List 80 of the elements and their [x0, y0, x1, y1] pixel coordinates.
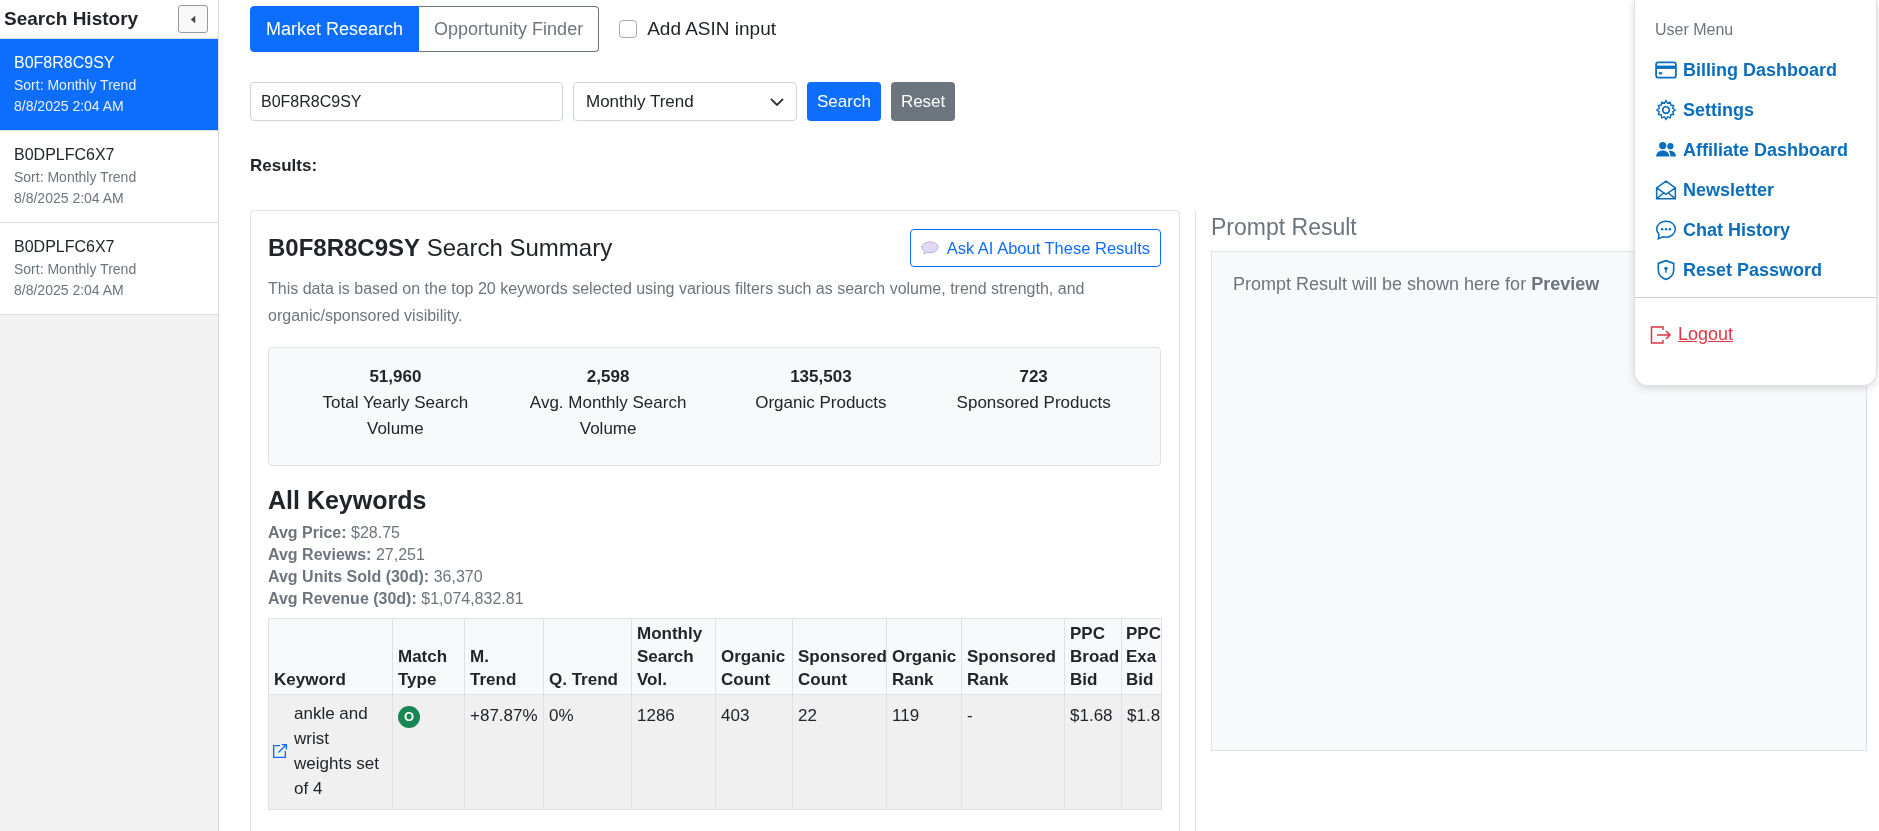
prompt-result-title: Prompt Result [1211, 213, 1357, 241]
stat-value: 135,503 [790, 366, 852, 388]
checkbox[interactable] [619, 20, 638, 38]
date-text: 8/8/2025 2:04 AM [14, 281, 125, 300]
column-header: Sponsored Rank [961, 618, 1065, 695]
sidebar-title: Search History [4, 8, 139, 30]
table-cell: +87.87% [470, 706, 538, 725]
history-item[interactable]: B0DPLFC6X7 Sort: Monthly Trend 8/8/2025 2:04 AM [0, 223, 218, 315]
column-header: Sponsored Count [792, 618, 887, 695]
keywords-heading: All Keywords [268, 485, 428, 516]
asin-input-field[interactable]: B0F8R8C9SY [250, 82, 563, 121]
asin-text: B0DPLFC6X7 [14, 237, 116, 257]
table-cell: $1.8 [1127, 706, 1161, 725]
column-header: PPC Exa Bid [1121, 618, 1162, 695]
table-cell: $1.68 [1070, 706, 1113, 725]
column-header: PPC Broad Bid [1064, 618, 1122, 695]
column-header: Q. Trend [543, 618, 632, 695]
summary-title: B0F8R8C9SY Search Summary [268, 234, 613, 262]
ask-ai-button[interactable]: Ask AI About These Results [909, 229, 1161, 267]
summary-description: This data is based on the top 20 keywords selected using various filters such as search volume, trend strength, and organic/sponsored visibility. [268, 279, 1086, 326]
average-stat: Avg Reviews: 27,251 [268, 545, 426, 565]
date-text: 8/8/2025 2:04 AM [14, 189, 125, 208]
stat-value: 2,598 [586, 366, 630, 388]
asin-text: B0DPLFC6X7 [14, 145, 116, 165]
table-cell: - [967, 706, 973, 725]
stat-label: Sponsored Products [956, 392, 1111, 414]
table-cell: 403 [721, 706, 750, 725]
logout-icon [1650, 324, 1672, 345]
stat-value: 723 [1019, 366, 1048, 388]
results-label: Results: [250, 156, 319, 177]
sort-text: Sort: Monthly Trend [14, 260, 138, 279]
external-link-icon [271, 742, 288, 760]
table-cell: 0% [549, 706, 574, 725]
reset-button[interactable]: Reset [890, 82, 956, 121]
menu-item[interactable]: Reset Password [1635, 250, 1823, 290]
sort-text: Sort: Monthly Trend [14, 168, 138, 187]
menu-item[interactable]: Settings [1635, 90, 1754, 130]
settings-icon [1655, 99, 1677, 121]
menu-item[interactable]: Chat History [1635, 210, 1790, 250]
chat-icon [1655, 219, 1677, 241]
table-cell: 119 [892, 706, 920, 725]
history-item[interactable]: B0DPLFC6X7 Sort: Monthly Trend 8/8/2025 2:04 AM [0, 131, 218, 223]
column-header: Match Type [392, 618, 465, 695]
prompt-result-text: Prompt Result will be shown here for Preview [1233, 274, 1600, 295]
card-icon [1655, 59, 1677, 81]
caret-left-icon [190, 14, 196, 24]
menu-item[interactable]: Billing Dashboard [1635, 50, 1837, 90]
stat-value: 51,960 [369, 366, 422, 388]
average-stat: Avg Revenue (30d): $1,074,832.81 [268, 589, 525, 609]
mode-tab[interactable]: Opportunity Finder [419, 6, 600, 52]
average-stat: Avg Units Sold (30d): 36,370 [268, 567, 484, 587]
table-cell: 1286 [637, 706, 675, 725]
column-header: Monthly Search Vol. [631, 618, 716, 695]
mode-tab[interactable]: Market Research [250, 6, 420, 52]
asin-text: B0F8R8C9SY [14, 53, 116, 73]
checkbox-label: Add ASIN input [647, 18, 776, 40]
date-text: 8/8/2025 2:04 AM [14, 97, 125, 116]
envelope-icon [1655, 179, 1677, 201]
sort-text: Sort: Monthly Trend [14, 76, 138, 95]
shield-icon [1655, 259, 1677, 281]
column-header: Keyword [268, 618, 393, 695]
stat-label: Avg. Monthly Search Volume [528, 392, 688, 440]
logout-link[interactable]: Logout [1678, 324, 1734, 345]
sort-dropdown[interactable]: Monthly Trend [573, 82, 797, 121]
column-header: Organic Rank [886, 618, 962, 695]
speech-bubble-icon [920, 241, 939, 255]
collapse-button[interactable] [178, 5, 208, 33]
menu-item[interactable]: Affiliate Dashboard [1635, 130, 1849, 170]
history-item[interactable]: B0F8R8C9SY Sort: Monthly Trend 8/8/2025 2:04 AM [0, 39, 218, 131]
column-header: Organic Count [715, 618, 793, 695]
menu-title: User Menu [1655, 20, 1735, 40]
stat-label: Organic Products [755, 392, 887, 414]
stat-label: Total Yearly Search Volume [321, 392, 470, 440]
menu-item[interactable]: Newsletter [1635, 170, 1775, 210]
column-header: M. Trend [464, 618, 544, 695]
table-cell: 22 [798, 706, 817, 725]
search-button[interactable]: Search [807, 82, 881, 121]
match-type-badge: O [398, 705, 420, 728]
average-stat: Avg Price: $28.75 [268, 523, 401, 543]
chevron-down-icon [770, 97, 784, 106]
